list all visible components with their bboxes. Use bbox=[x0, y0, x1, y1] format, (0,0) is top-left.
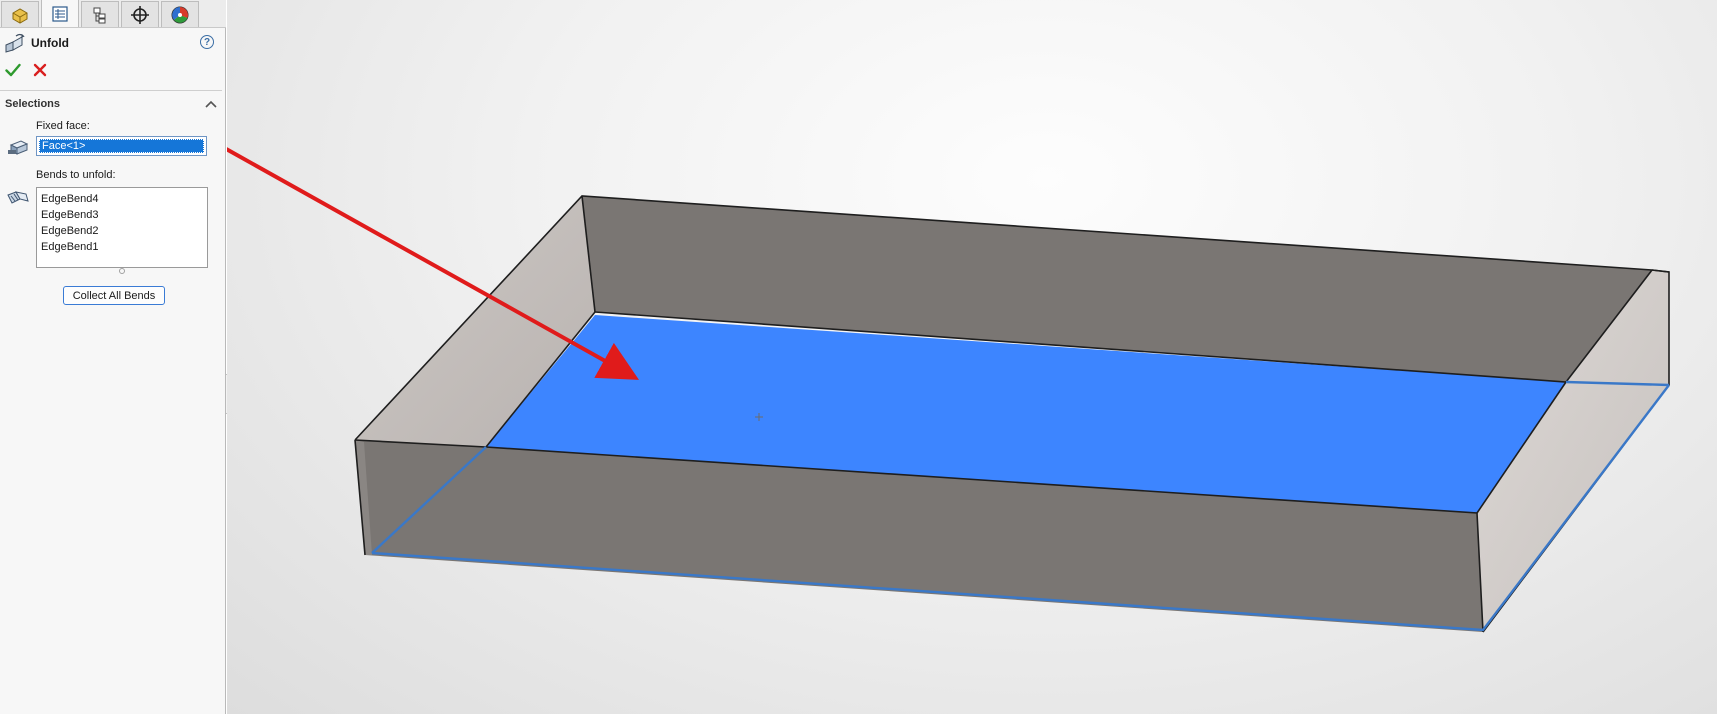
ok-check-icon[interactable] bbox=[5, 62, 21, 78]
configuration-icon bbox=[93, 7, 106, 23]
help-icon[interactable]: ? bbox=[200, 35, 214, 49]
list-item[interactable]: EdgeBend1 bbox=[41, 239, 203, 255]
bends-listbox[interactable]: EdgeBend4 EdgeBend3 EdgeBend2 EdgeBend1 bbox=[36, 187, 208, 268]
bends-to-unfold-label: Bends to unfold: bbox=[36, 169, 116, 181]
fixed-face-label: Fixed face: bbox=[36, 120, 90, 132]
fixed-face-icon bbox=[8, 140, 29, 155]
part-icon bbox=[12, 7, 28, 24]
section-divider bbox=[0, 90, 222, 91]
featuremanager-tab[interactable] bbox=[1, 1, 39, 27]
crosshair-icon bbox=[131, 5, 149, 24]
selections-section-header[interactable]: Selections bbox=[5, 98, 219, 114]
listbox-resize-grip[interactable] bbox=[119, 268, 125, 274]
feature-title-row: Unfold ? bbox=[4, 33, 220, 53]
list-item[interactable]: EdgeBend2 bbox=[41, 223, 203, 239]
section-title: Selections bbox=[5, 98, 61, 110]
displaymanager-tab[interactable] bbox=[161, 1, 199, 27]
manager-tab-bar bbox=[0, 0, 226, 28]
bends-icon bbox=[7, 191, 29, 204]
propertymanager-tab[interactable] bbox=[41, 0, 79, 27]
collect-all-bends-button[interactable]: Collect All Bends bbox=[63, 286, 165, 305]
property-manager-panel: Unfold ? Selections Fixed face: Face<1> … bbox=[0, 0, 226, 714]
property-list-icon bbox=[52, 5, 68, 22]
feature-title: Unfold bbox=[31, 36, 69, 50]
list-item[interactable]: EdgeBend4 bbox=[41, 191, 203, 207]
graphics-area[interactable] bbox=[227, 0, 1717, 714]
cancel-x-icon[interactable] bbox=[32, 62, 48, 78]
configurationmanager-tab[interactable] bbox=[81, 1, 119, 27]
chevron-up-icon[interactable] bbox=[205, 99, 217, 109]
fixed-face-value[interactable]: Face<1> bbox=[39, 139, 204, 153]
fixed-face-field[interactable]: Face<1> bbox=[36, 136, 207, 156]
unfold-feature-icon bbox=[5, 33, 25, 53]
list-item[interactable]: EdgeBend3 bbox=[41, 207, 203, 223]
sheet-metal-tray-model[interactable] bbox=[227, 0, 1717, 714]
appearance-icon bbox=[171, 6, 189, 23]
dimxpertmanager-tab[interactable] bbox=[121, 1, 159, 27]
